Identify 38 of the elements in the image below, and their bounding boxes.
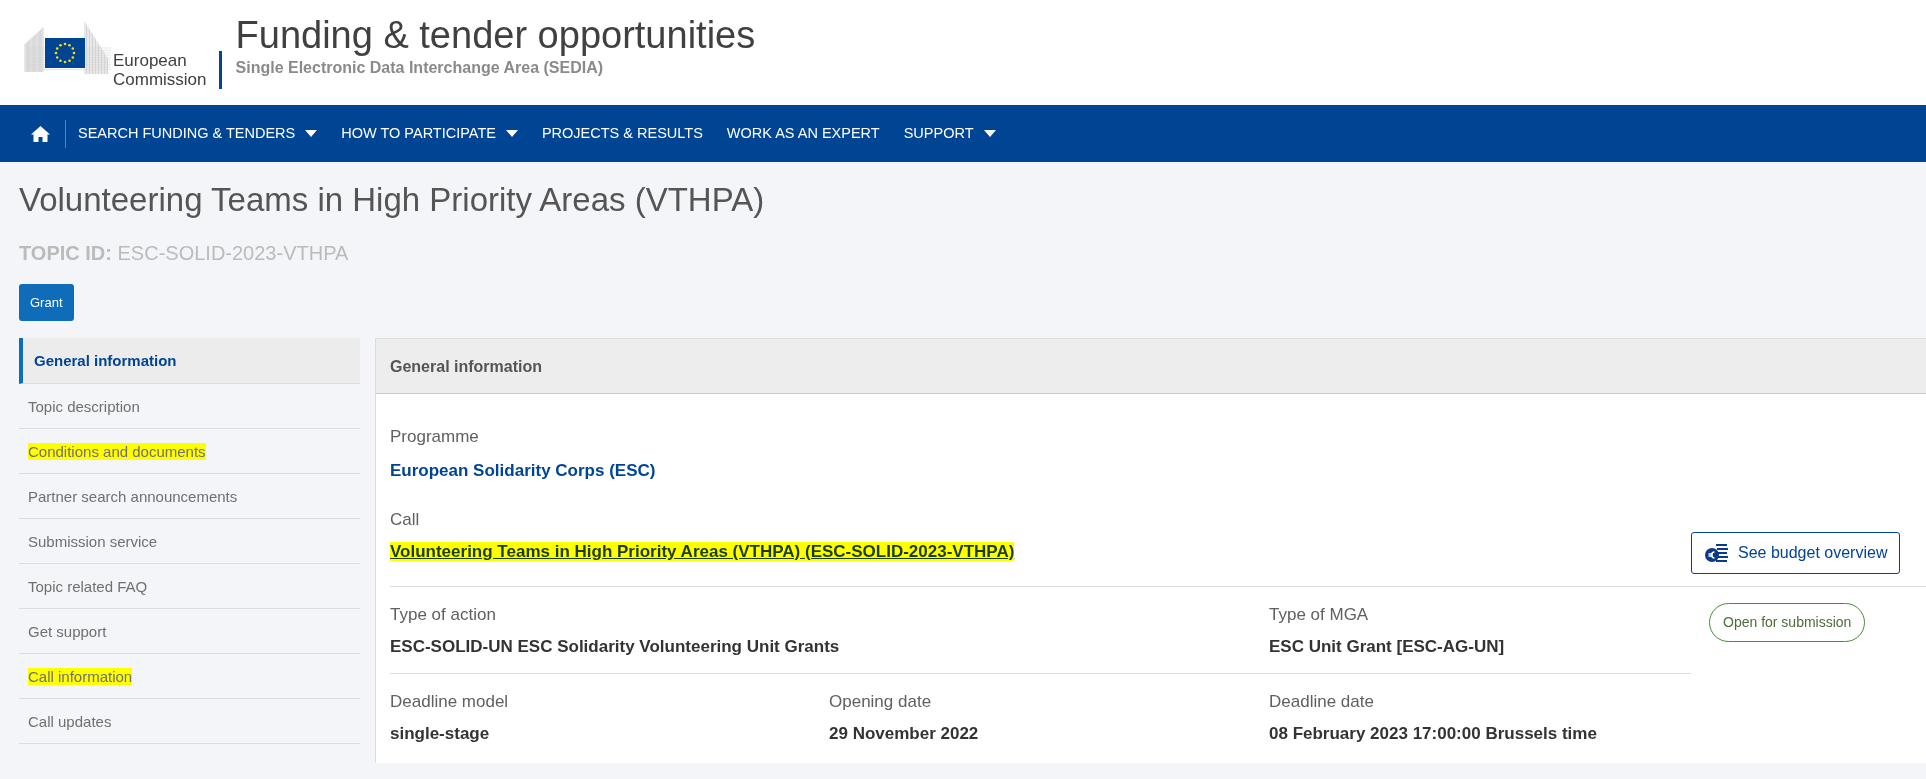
logo-text: European Commission <box>113 51 222 89</box>
nav-menu-item[interactable]: HOW TO PARTICIPATE <box>329 122 530 145</box>
card-title: General information <box>376 339 1926 395</box>
sidebar-item[interactable]: Get support <box>19 609 360 655</box>
sidebar-item[interactable]: Topic related FAQ <box>19 564 360 610</box>
home-icon <box>30 124 51 143</box>
call-link[interactable]: Volunteering Teams in High Priority Areas (VTHPA) (ESC-SOLID-2023-VTHPA) <box>390 541 1015 561</box>
field-label: Call <box>390 509 421 532</box>
field-value: ESC-SOLID-UN ESC Solidarity Volunteering Unit Grants <box>390 635 840 658</box>
topic-id: TOPIC ID: ESC-SOLID-2023-VTHPA <box>19 240 350 266</box>
field-label: Type of action <box>390 604 497 627</box>
sidebar-item[interactable]: Call updates <box>19 699 360 745</box>
coins-icon <box>1704 543 1730 564</box>
nav-menu-item[interactable]: PROJECTS & RESULTS <box>529 122 715 145</box>
sidebar-item[interactable]: Call information <box>19 654 360 700</box>
field-value: single-stage <box>390 722 490 745</box>
programme-link[interactable]: European Solidarity Corps (ESC) <box>390 460 656 480</box>
sidebar-item[interactable]: Conditions and documents <box>19 429 360 475</box>
field-label: Programme <box>390 426 480 449</box>
sidebar-item[interactable]: Partner search announcements <box>19 474 360 520</box>
field-label: Opening date <box>829 691 933 714</box>
field-label: Type of MGA <box>1269 604 1370 627</box>
field-value: 08 February 2023 17:00:00 Brussels time <box>1269 722 1597 745</box>
field-label: Deadline date <box>1269 691 1375 714</box>
budget-overview-button[interactable]: See budget overview <box>1691 532 1901 575</box>
site-title: Funding & tender opportunities <box>235 14 756 56</box>
type-badge: Grant <box>19 283 74 322</box>
field-value: ESC Unit Grant [ESC-AG-UN] <box>1269 635 1505 658</box>
page-title: Volunteering Teams in High Priority Areas (VTHPA) <box>19 180 766 220</box>
sidebar-item[interactable]: Submission service <box>19 519 360 565</box>
field-label: Deadline model <box>390 691 510 714</box>
sidebar-item[interactable]: Topic description <box>19 384 360 430</box>
field-value: 29 November 2022 <box>829 722 979 745</box>
nav-menu-item[interactable]: WORK AS AN EXPERT <box>714 122 892 145</box>
sidebar-item[interactable]: General information <box>19 338 360 385</box>
nav-menu-item[interactable]: SUPPORT <box>891 122 1008 145</box>
site-subtitle: Single Electronic Data Interchange Area (SEDIA) <box>235 58 605 78</box>
nav-menu-item[interactable]: SEARCH FUNDING & TENDERS <box>66 122 330 145</box>
